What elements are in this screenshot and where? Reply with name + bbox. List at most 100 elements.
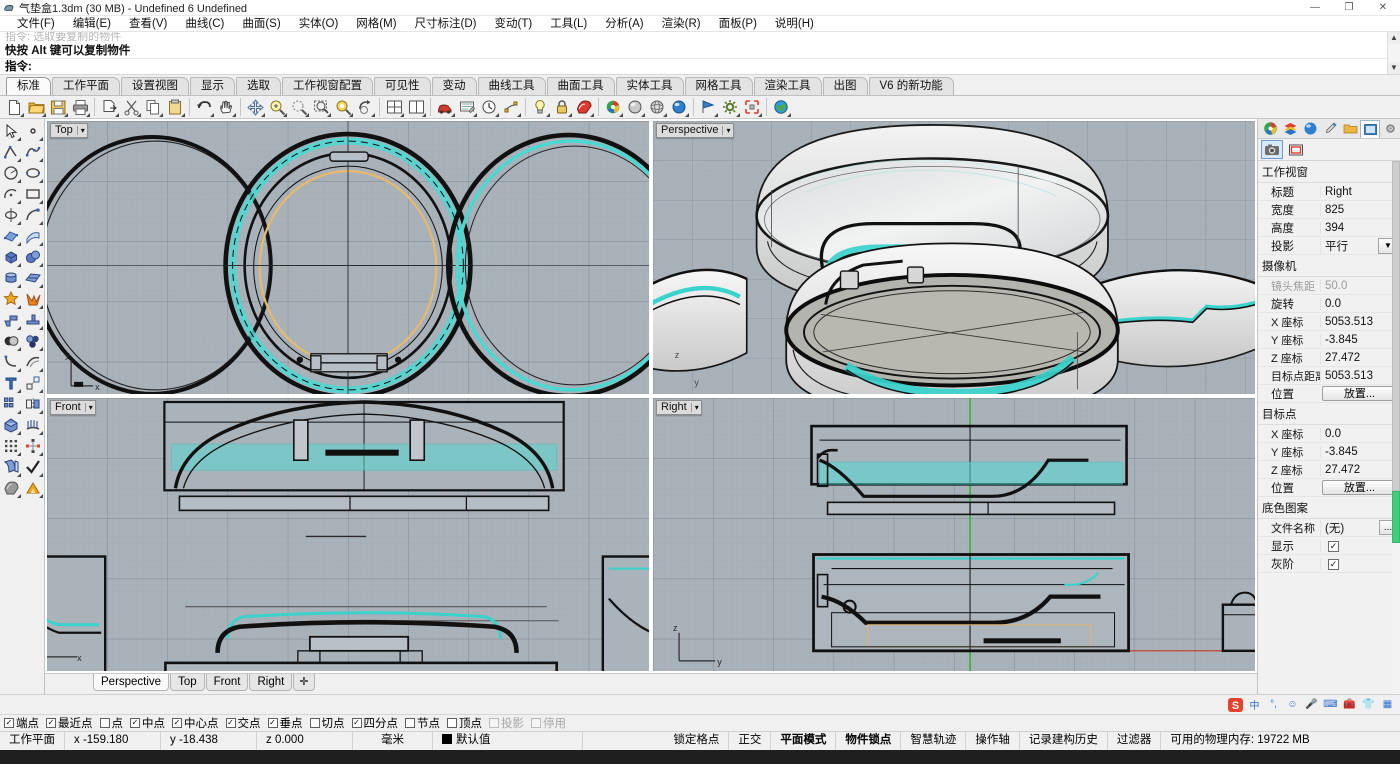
menu-mesh[interactable]: 网格(M) (347, 16, 405, 32)
osnap-disable-checkbox[interactable] (531, 718, 541, 728)
flag-select-icon[interactable] (697, 97, 719, 118)
rectangle-icon[interactable] (22, 184, 44, 205)
move-arrows-icon[interactable] (244, 97, 266, 118)
tab-drafting[interactable]: 出图 (823, 77, 868, 95)
zoom-selected-icon[interactable] (332, 97, 354, 118)
boolean-union-icon[interactable] (0, 331, 22, 352)
status-osnap[interactable]: 物件锁点 (836, 732, 901, 750)
osnap-center-checkbox[interactable]: ✓ (172, 718, 182, 728)
panel-tab-viewport[interactable] (1360, 120, 1380, 138)
menu-analyze[interactable]: 分析(A) (596, 16, 652, 32)
globe-earth-icon[interactable] (770, 97, 792, 118)
osnap-tangent-checkbox[interactable] (310, 718, 320, 728)
ellipse-icon[interactable] (22, 163, 44, 184)
menu-panels[interactable]: 面板(P) (710, 16, 766, 32)
mirror-icon[interactable] (22, 394, 44, 415)
tab-solid-tools[interactable]: 实体工具 (616, 77, 684, 95)
status-gumball[interactable]: 操作轴 (966, 732, 1020, 750)
arc-icon[interactable] (0, 184, 22, 205)
extend-icon[interactable] (22, 310, 44, 331)
subtab-camera[interactable] (1261, 140, 1283, 159)
cut-extract-icon[interactable] (98, 97, 120, 118)
osnap-intersection[interactable]: ✓交点 (226, 715, 261, 731)
surface-from-points-icon[interactable] (0, 226, 22, 247)
status-planar[interactable]: 平面模式 (771, 732, 836, 750)
panel-scroll-area[interactable]: 工作视窗标题Right宽度825高度394投影平行▼摄像机镜头焦距50.0旋转0… (1258, 161, 1400, 694)
menu-curve[interactable]: 曲线(C) (176, 16, 233, 32)
split-burst-icon[interactable] (22, 289, 44, 310)
ime-skin-icon[interactable]: 👕 (1360, 697, 1377, 713)
osnap-perpendicular[interactable]: ✓垂点 (268, 715, 303, 731)
cylinder-solid-icon[interactable] (0, 268, 22, 289)
viewport-front[interactable]: x Front ▾ (45, 396, 651, 673)
osnap-project[interactable]: 投影 (489, 715, 524, 731)
command-scroll-up[interactable]: ▲ (1388, 32, 1400, 44)
menu-transform[interactable]: 变动(T) (486, 16, 542, 32)
check-ok-icon[interactable] (22, 457, 44, 478)
sphere-solid-icon[interactable] (22, 247, 44, 268)
pan-hand-icon[interactable] (215, 97, 237, 118)
box-solid-icon[interactable] (0, 247, 22, 268)
ime-mic-icon[interactable]: 🎤 (1303, 697, 1320, 713)
sphere-wire-icon[interactable] (646, 97, 668, 118)
row-rotation-value[interactable]: 0.0 (1320, 298, 1400, 310)
bounding-box-icon[interactable] (741, 97, 763, 118)
planar-surface-icon[interactable] (22, 268, 44, 289)
panel-tab-options[interactable] (1380, 120, 1400, 138)
row-projection-value[interactable]: 平行 (1320, 238, 1378, 254)
row-target-z-value[interactable]: 27.472 (1320, 464, 1400, 476)
tab-select[interactable]: 选取 (236, 77, 281, 95)
maximize-button[interactable]: ❐ (1332, 0, 1366, 16)
row-wallpaper-gray-checkbox[interactable]: ✓ (1320, 558, 1400, 570)
panel-tab-properties[interactable] (1260, 120, 1280, 138)
array-icon[interactable] (0, 394, 22, 415)
status-units[interactable]: 毫米 (353, 732, 433, 750)
sweep-curve-icon[interactable] (22, 205, 44, 226)
unroll-surface-icon[interactable] (0, 457, 22, 478)
zoom-in-icon[interactable] (266, 97, 288, 118)
menu-dimension[interactable]: 尺寸标注(D) (406, 16, 486, 32)
osnap-intersection-checkbox[interactable]: ✓ (226, 718, 236, 728)
open-file-icon[interactable] (25, 97, 47, 118)
osnap-project-checkbox[interactable] (489, 718, 499, 728)
viewport-right-label[interactable]: Right ▾ (656, 400, 702, 415)
fillet-curve-icon[interactable] (0, 352, 22, 373)
save-file-icon[interactable] (47, 97, 69, 118)
rectangular-array-icon[interactable] (0, 436, 22, 457)
vtab-perspective[interactable]: Perspective (93, 674, 169, 691)
vtab-right[interactable]: Right (249, 674, 292, 691)
loft-icon[interactable] (22, 415, 44, 436)
viewport-top-dropdown[interactable]: ▾ (77, 126, 85, 135)
command-scroll-down[interactable]: ▼ (1388, 62, 1400, 74)
menu-file[interactable]: 文件(F) (8, 16, 64, 32)
ime-chinese-icon[interactable]: 中 (1246, 697, 1263, 713)
tab-viewport-layout[interactable]: 工作视窗配置 (282, 77, 373, 95)
menu-view[interactable]: 查看(V) (120, 16, 176, 32)
surface-patch-icon[interactable] (22, 226, 44, 247)
close-button[interactable]: ✕ (1366, 0, 1400, 16)
split-viewport-icon[interactable] (405, 97, 427, 118)
four-viewport-icon[interactable] (383, 97, 405, 118)
shade-icon[interactable] (573, 97, 595, 118)
osnap-end[interactable]: ✓端点 (4, 715, 39, 731)
boolean-difference-icon[interactable] (22, 331, 44, 352)
ime-apps-icon[interactable]: ▦ (1379, 697, 1396, 713)
status-filter[interactable]: 过滤器 (1108, 732, 1162, 750)
control-point-curve-icon[interactable] (22, 142, 44, 163)
osnap-vertex[interactable]: 顶点 (447, 715, 482, 731)
viewport-tab-add-button[interactable]: ✛ (293, 674, 314, 691)
status-grid-snap[interactable]: 锁定格点 (664, 732, 729, 750)
tab-set-view[interactable]: 设置视图 (121, 77, 189, 95)
zoom-window-icon[interactable] (310, 97, 332, 118)
row-title-value[interactable]: Right (1320, 186, 1400, 198)
points-on-icon[interactable] (500, 97, 522, 118)
osnap-near-checkbox[interactable]: ✓ (46, 718, 56, 728)
gear-options-icon[interactable] (719, 97, 741, 118)
layer-edit-icon[interactable] (456, 97, 478, 118)
ime-punctuation-icon[interactable]: °, (1265, 697, 1282, 713)
viewport-perspective-label[interactable]: Perspective ▾ (656, 123, 734, 138)
polar-array-icon[interactable] (22, 436, 44, 457)
ime-toolbox-icon[interactable]: 🧰 (1341, 697, 1358, 713)
point-icon[interactable] (22, 121, 44, 142)
tab-mesh-tools[interactable]: 网格工具 (685, 77, 753, 95)
